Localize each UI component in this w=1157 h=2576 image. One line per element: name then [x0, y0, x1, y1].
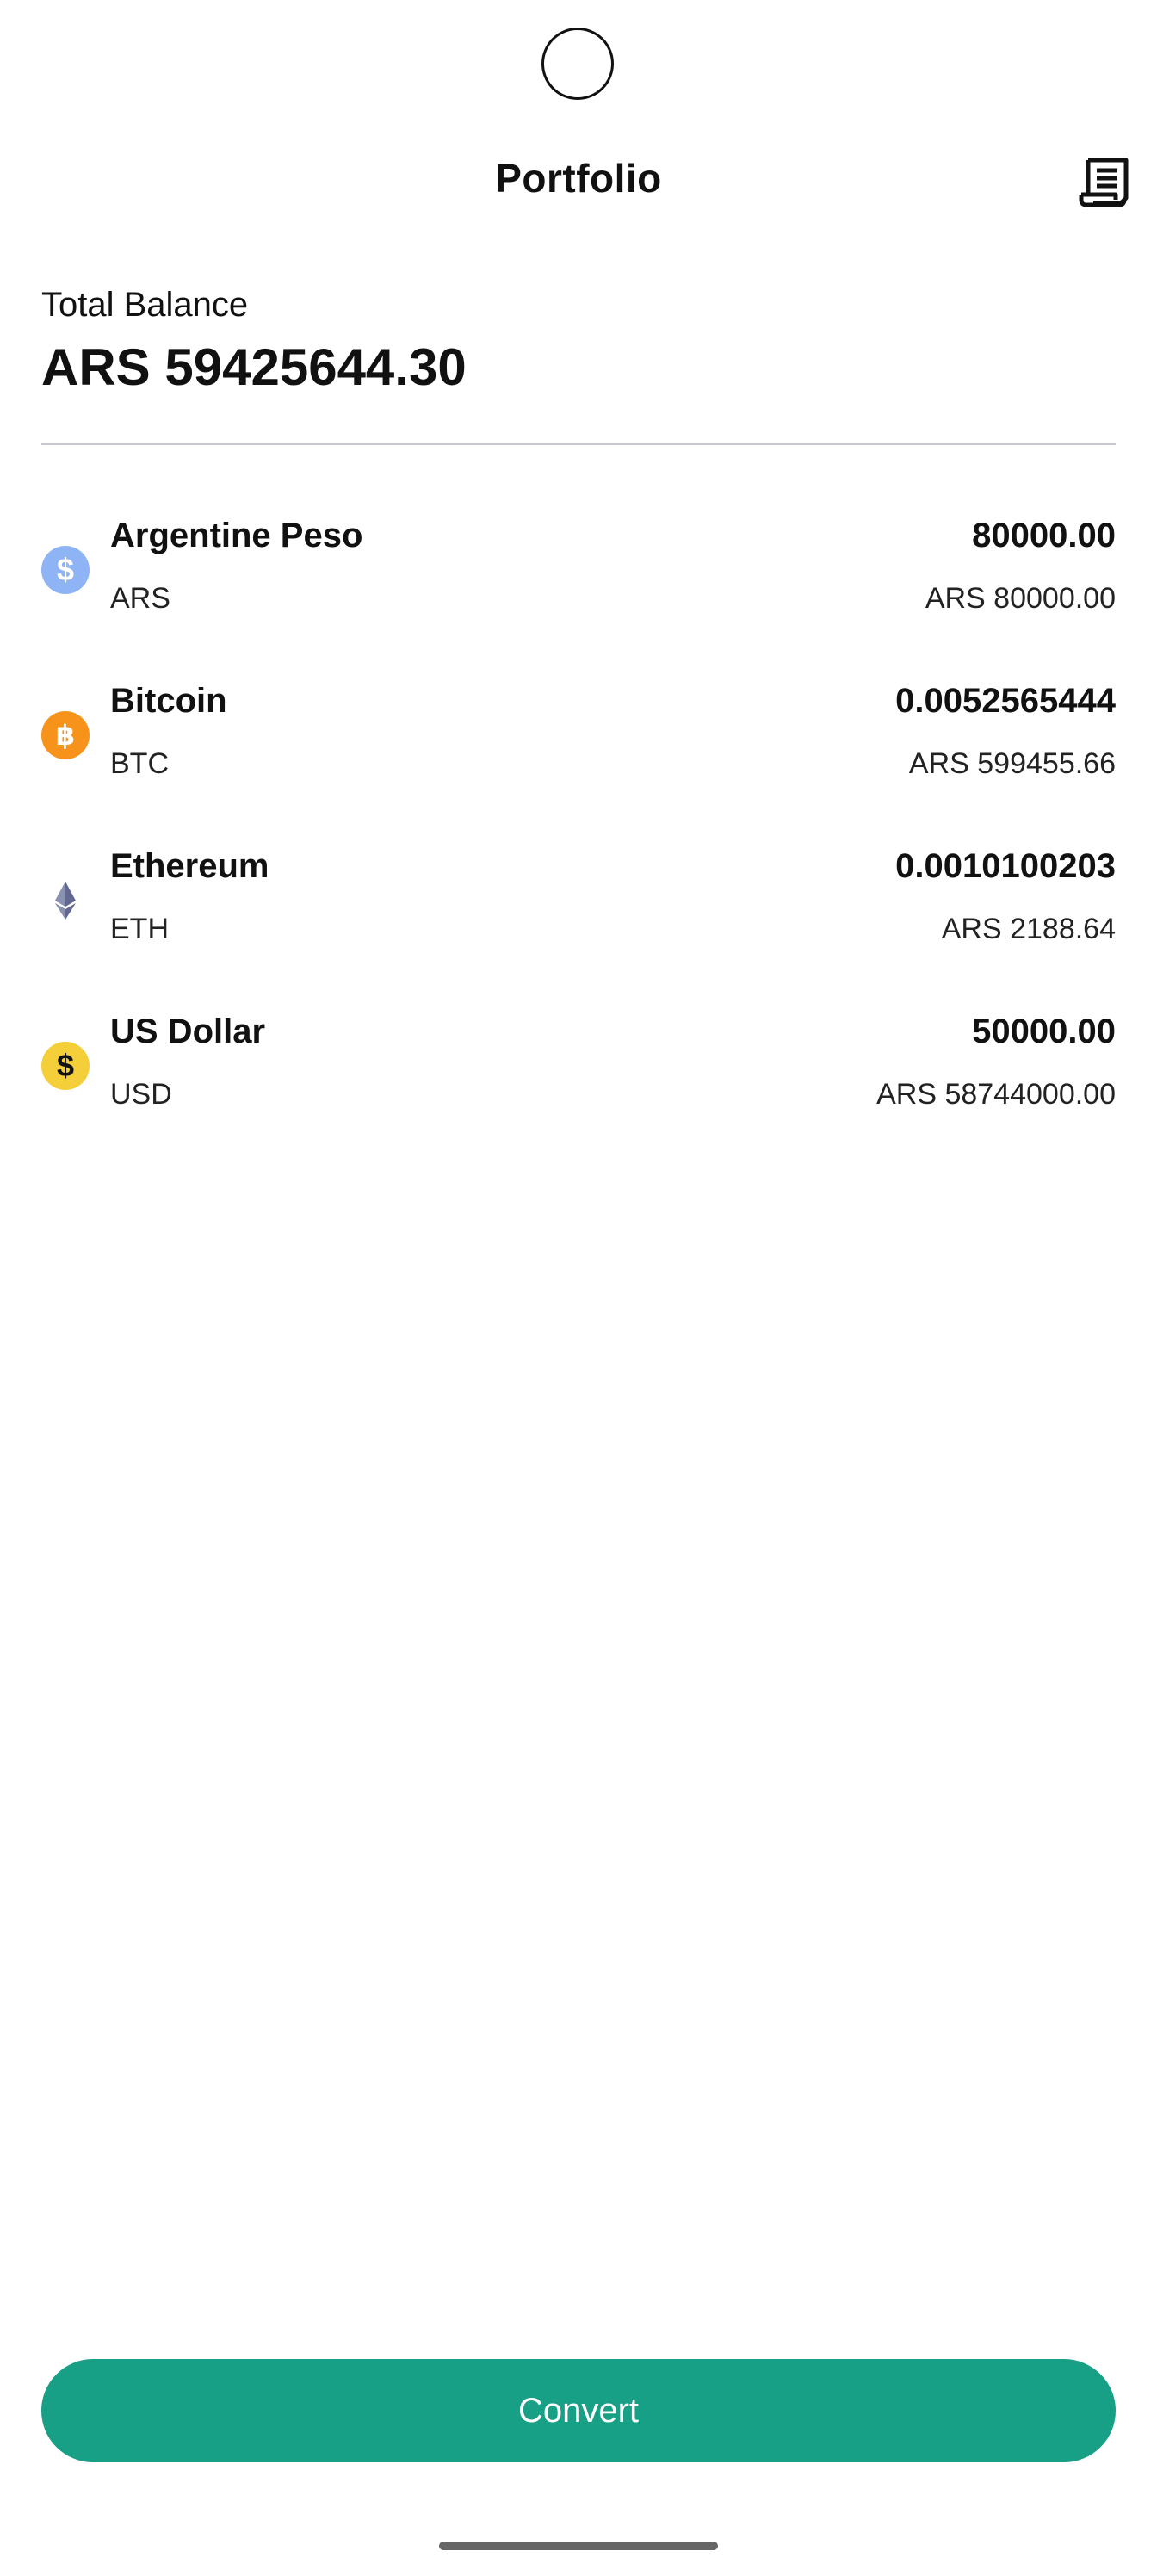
asset-fiat-value: ARS 58744000.00	[876, 1078, 1116, 1111]
asset-amount: 0.0052565444	[895, 682, 1116, 720]
asset-name: Ethereum	[110, 847, 269, 885]
svg-text:$: $	[57, 1048, 74, 1083]
asset-amount: 0.0010100203	[895, 847, 1116, 885]
page-title: Portfolio	[495, 156, 662, 201]
asset-name: US Dollar	[110, 1012, 266, 1050]
svg-text:฿: ฿	[56, 719, 75, 752]
asset-name: Bitcoin	[110, 682, 227, 720]
total-balance-value: ARS 59425644.30	[41, 338, 467, 396]
portfolio-screen: Portfolio Total Balance ARS 59425644.30 …	[0, 0, 1157, 2576]
asset-amount: 50000.00	[972, 1012, 1116, 1050]
asset-row-btc[interactable]: ฿ Bitcoin BTC 0.0052565444 ARS 599455.66	[41, 666, 1116, 804]
asset-fiat-value: ARS 599455.66	[908, 747, 1116, 780]
ethereum-icon	[41, 876, 90, 925]
total-balance-label: Total Balance	[41, 286, 249, 324]
home-indicator[interactable]	[439, 2542, 718, 2550]
camera-cutout	[541, 28, 614, 100]
receipt-icon	[1079, 158, 1129, 207]
transactions-button[interactable]	[1073, 152, 1135, 214]
convert-button[interactable]: Convert	[41, 2359, 1116, 2462]
dollar-coin-icon: $	[41, 1042, 90, 1090]
divider	[41, 443, 1116, 445]
asset-name: Argentine Peso	[110, 517, 363, 554]
svg-text:$: $	[57, 552, 74, 587]
asset-code: USD	[110, 1078, 172, 1111]
peso-coin-icon: $	[41, 546, 90, 594]
asset-fiat-value: ARS 2188.64	[941, 913, 1116, 945]
bitcoin-icon: ฿	[41, 711, 90, 759]
asset-code: BTC	[110, 747, 169, 780]
asset-row-eth[interactable]: Ethereum ETH 0.0010100203 ARS 2188.64	[41, 832, 1116, 969]
asset-row-usd[interactable]: $ US Dollar USD 50000.00 ARS 58744000.00	[41, 997, 1116, 1135]
asset-code: ARS	[110, 582, 170, 615]
asset-code: ETH	[110, 913, 169, 945]
asset-row-ars[interactable]: $ Argentine Peso ARS 80000.00 ARS 80000.…	[41, 501, 1116, 639]
asset-amount: 80000.00	[972, 517, 1116, 554]
asset-fiat-value: ARS 80000.00	[925, 582, 1116, 615]
